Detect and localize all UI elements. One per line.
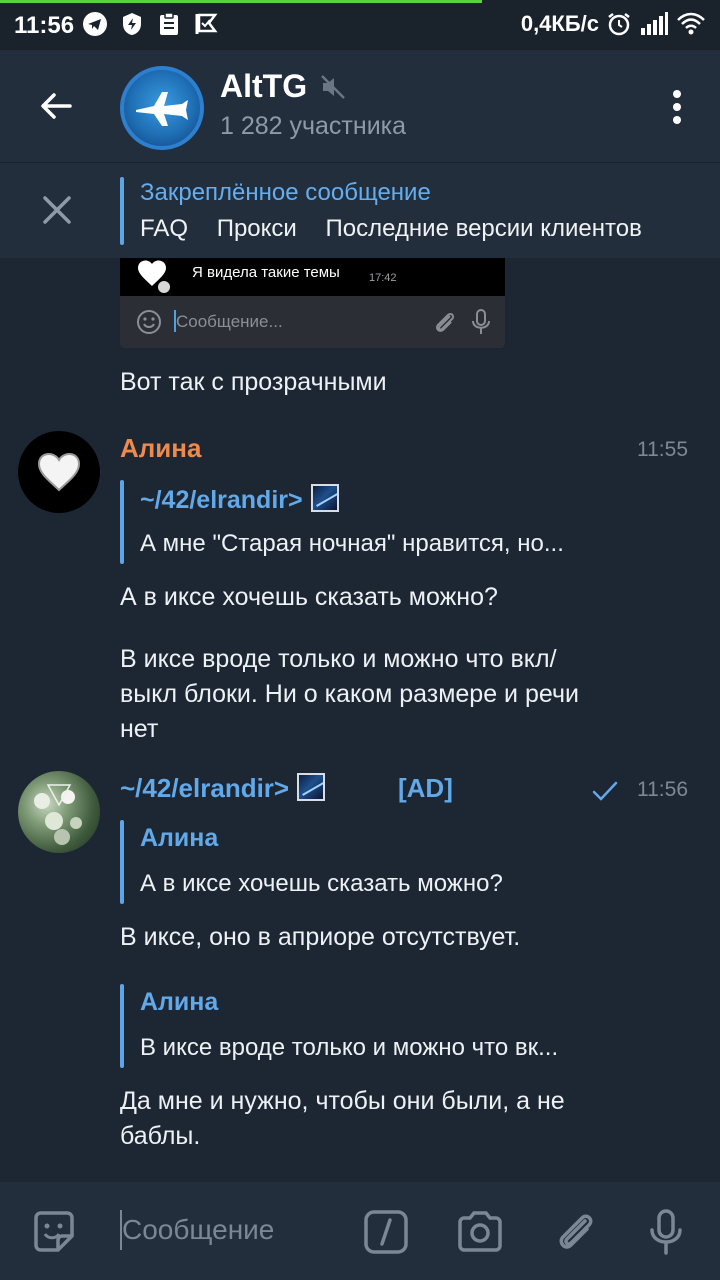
reply-bar xyxy=(120,480,124,564)
wifi-icon xyxy=(677,12,705,35)
camera-icon xyxy=(458,1211,502,1252)
reply-author: ~/42/elrandir> xyxy=(140,484,339,515)
download-progress xyxy=(0,0,483,3)
sender-name[interactable]: Алина xyxy=(120,433,201,464)
menu-dot xyxy=(673,116,681,124)
reply-text: А мне "Старая ночная" нравится, но... xyxy=(140,530,564,557)
image-time: 17:42 xyxy=(369,272,397,284)
reply-quote[interactable]: Алина А в иксе хочешь сказать можно? xyxy=(120,820,650,904)
member-count: 1 282 участника xyxy=(220,112,407,140)
telegram-icon xyxy=(83,12,107,36)
signal-icon xyxy=(641,12,668,35)
chat-title: AltTG xyxy=(220,68,308,104)
microphone-icon xyxy=(650,1209,682,1255)
microphone-icon xyxy=(472,309,490,334)
heart-icon xyxy=(37,453,81,492)
pinned-message-bar[interactable]: Закреплённое сообщение FAQ Прокси Послед… xyxy=(0,162,720,258)
message-text: Да мне и нужно, чтобы они были, а не xyxy=(120,1087,565,1115)
chat-avatar[interactable] xyxy=(120,66,204,150)
check-flag-icon xyxy=(195,13,218,34)
chat-header: AltTG 1 282 участника xyxy=(0,50,720,162)
more-menu-button[interactable] xyxy=(662,82,692,132)
net-speed: 0,4КБ/с xyxy=(520,11,599,36)
galaxy-emoji-icon xyxy=(297,773,326,801)
message-list[interactable]: Я видела такие темы 17:42 Сообщение... В… xyxy=(0,258,720,1182)
flowers-icon xyxy=(34,784,82,845)
jet-icon xyxy=(136,92,188,126)
reply-bar xyxy=(120,984,124,1068)
read-check-icon xyxy=(592,781,618,801)
pinned-item: Прокси xyxy=(216,215,297,242)
menu-dot xyxy=(673,103,681,111)
message-input-bar xyxy=(0,1182,720,1280)
slash-command-icon xyxy=(364,1210,408,1254)
alarm-icon xyxy=(608,13,630,36)
message-time: 11:55 xyxy=(637,438,688,461)
galaxy-emoji-icon xyxy=(310,484,339,512)
close-icon xyxy=(43,196,71,224)
bot-commands-button[interactable] xyxy=(362,1208,410,1256)
shield-icon xyxy=(123,13,141,35)
paperclip-icon xyxy=(435,312,455,332)
emoji-icon xyxy=(137,310,161,334)
reply-author-name: ~/42/elrandir> xyxy=(140,486,303,514)
pinned-title: Закреплённое сообщение xyxy=(140,179,431,206)
reply-bar xyxy=(120,820,124,904)
message-text: баблы. xyxy=(120,1122,201,1150)
message-text: В иксе вроде только и можно что вкл/ xyxy=(120,645,557,673)
chat-title-row[interactable]: AltTG xyxy=(220,68,347,105)
message-text: В иксе, оно в априоре отсутствует. xyxy=(120,923,521,951)
message-input[interactable] xyxy=(122,1210,342,1250)
voice-record-button[interactable] xyxy=(642,1208,690,1256)
image-top-strip: Я видела такие темы 17:42 xyxy=(120,258,505,296)
message-text: Вот так с прозрачными xyxy=(120,368,387,396)
status-time: 11:56 xyxy=(14,12,75,39)
heart-icon xyxy=(138,260,170,293)
image-input-placeholder: Сообщение... xyxy=(176,312,283,331)
close-pinned-button[interactable] xyxy=(34,187,80,233)
paperclip-icon xyxy=(559,1214,593,1249)
back-button[interactable] xyxy=(30,80,82,132)
message-time: 11:56 xyxy=(637,778,688,801)
pinned-accent-bar xyxy=(120,177,124,245)
attach-button[interactable] xyxy=(552,1208,600,1256)
reply-quote[interactable]: Алина В иксе вроде только и можно что вк… xyxy=(120,984,650,1068)
status-right: 0,4КБ/с xyxy=(521,11,706,37)
reply-text: В иксе вроде только и можно что вк... xyxy=(140,1034,559,1061)
reply-quote[interactable]: ~/42/elrandir> А мне "Старая ночная" нра… xyxy=(120,480,650,564)
pinned-item: Последние версии клиентов xyxy=(325,215,642,242)
muted-speaker-icon xyxy=(321,74,345,99)
reply-author: Алина xyxy=(140,824,219,852)
image-attachment[interactable]: Я видела такие темы 17:42 Сообщение... xyxy=(120,258,505,348)
sticker-icon xyxy=(34,1211,74,1252)
avatar[interactable] xyxy=(18,431,100,513)
camera-button[interactable] xyxy=(456,1208,504,1256)
message-text: А в иксе хочешь сказать можно? xyxy=(120,583,498,611)
notification-icons xyxy=(82,11,219,37)
reply-text: А в иксе хочешь сказать можно? xyxy=(140,870,503,897)
status-bar: 11:56 0,4КБ/с xyxy=(0,0,720,50)
pinned-text: FAQ Прокси Последние версии клиентов xyxy=(140,215,685,243)
pinned-item: FAQ xyxy=(140,215,189,242)
admin-tag: [AD] xyxy=(398,773,453,803)
sender-name[interactable]: ~/42/elrandir> xyxy=(120,773,326,804)
avatar[interactable] xyxy=(18,771,100,853)
image-input-strip: Сообщение... xyxy=(120,296,505,348)
clipboard-icon xyxy=(160,12,178,35)
message-text: нет xyxy=(120,715,159,743)
reply-author: Алина xyxy=(140,988,219,1016)
message-text: выкл блоки. Ни о каком размере и речи xyxy=(120,680,579,708)
menu-dot xyxy=(673,90,681,98)
sticker-button[interactable] xyxy=(30,1208,78,1256)
image-caption: Я видела такие темы xyxy=(192,264,340,281)
arrow-left-icon xyxy=(41,93,72,119)
sender-name-text: ~/42/elrandir> xyxy=(120,773,290,803)
